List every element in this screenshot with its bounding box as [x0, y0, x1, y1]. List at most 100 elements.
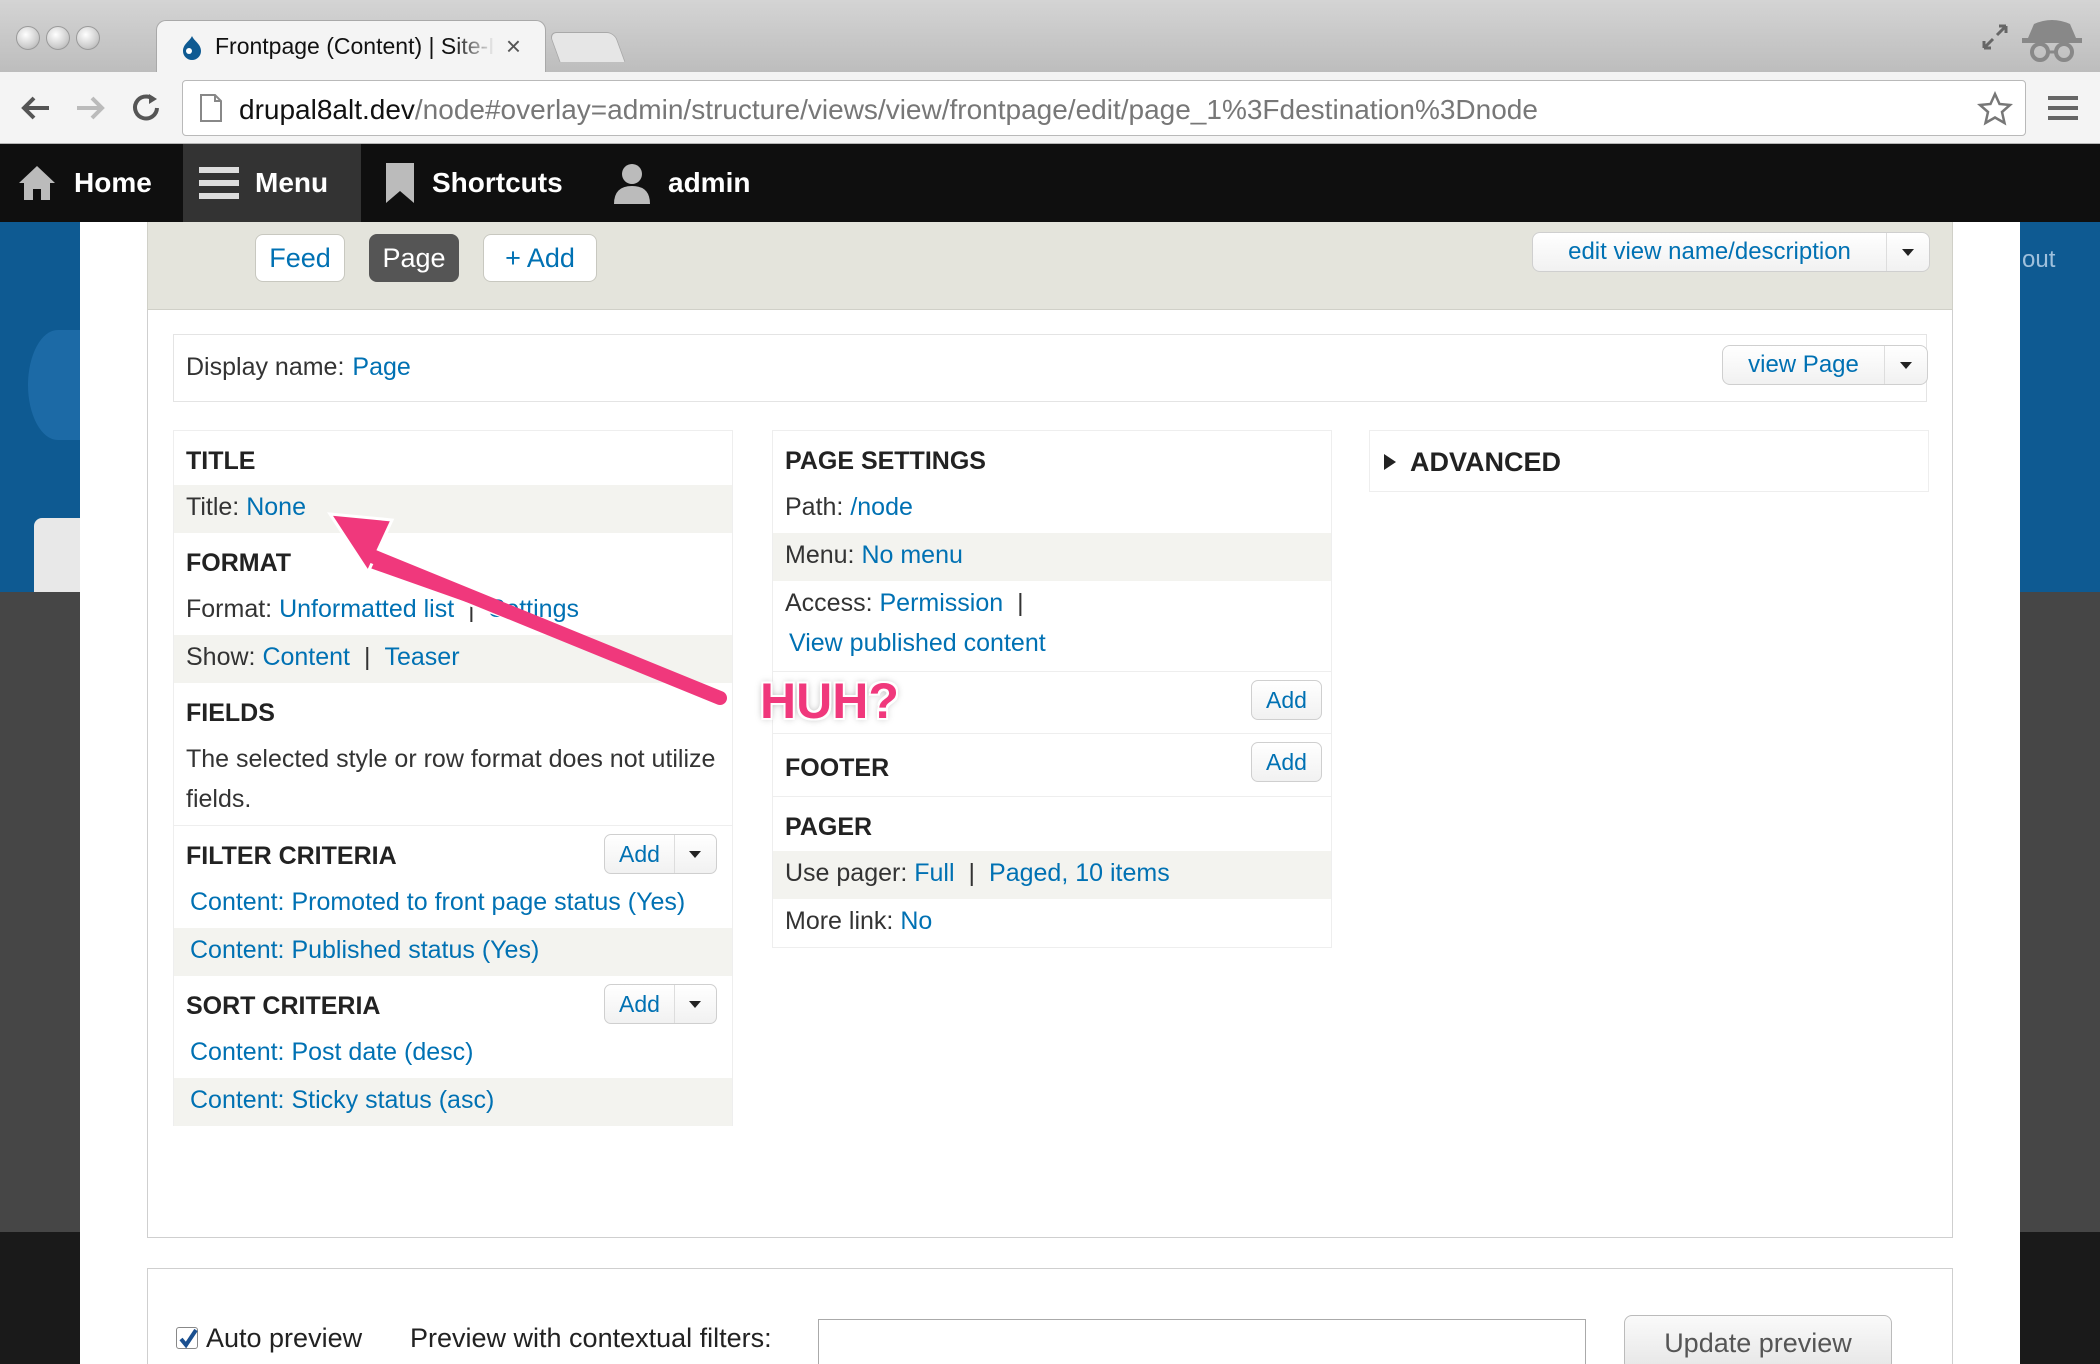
reload-icon	[133, 94, 159, 121]
path-link[interactable]: /node	[850, 493, 913, 521]
sort-item[interactable]: Content: Post date (desc)	[174, 1030, 732, 1078]
more-link-row: More link: No	[773, 899, 1331, 947]
pager-label: Use pager:	[785, 859, 908, 887]
display-name-link[interactable]: Page	[352, 353, 410, 381]
menu-row: Menu: No menu	[773, 533, 1331, 581]
view-page-dropbutton[interactable]: view Page	[1722, 345, 1928, 385]
view-page-toggle[interactable]	[1885, 346, 1927, 384]
header-add-label[interactable]: Add	[1252, 681, 1321, 719]
tab-feed[interactable]: Feed	[255, 234, 345, 282]
filter-item[interactable]: Content: Published status (Yes)	[174, 928, 732, 976]
triangle-right-icon	[1384, 454, 1396, 470]
page-icon	[200, 94, 222, 122]
format-link[interactable]: Unformatted list	[279, 595, 454, 623]
toolbar-user[interactable]: admin	[612, 144, 750, 222]
user-icon	[614, 164, 650, 204]
section-advanced[interactable]: ADVANCED	[1369, 430, 1929, 492]
format-heading: FORMAT	[186, 549, 292, 577]
forward-button[interactable]	[68, 86, 112, 130]
update-preview-button[interactable]: Update preview	[1624, 1315, 1892, 1364]
view-page-link[interactable]: view Page	[1723, 346, 1885, 384]
pager-heading: PAGER	[785, 813, 873, 841]
edit-view-dropbutton[interactable]: edit view name/description	[1532, 232, 1930, 272]
toolbar-home[interactable]: Home	[16, 144, 152, 222]
menu-hamburger-icon	[199, 167, 239, 199]
edit-view-link[interactable]: edit view name/description	[1533, 233, 1887, 271]
home-icon	[19, 166, 55, 200]
sort-add-toggle[interactable]	[673, 985, 716, 1023]
sort-item-sticky[interactable]: Content: Sticky status (asc)	[190, 1086, 494, 1114]
section-fields: FIELDS The selected style or row format …	[173, 683, 733, 825]
menu-link[interactable]: No menu	[861, 541, 962, 569]
footer-add-button[interactable]: Add	[1251, 742, 1322, 782]
filter-item-promoted[interactable]: Content: Promoted to front page status (…	[190, 888, 685, 916]
toolbar-shortcuts-label: Shortcuts	[432, 167, 563, 198]
add-display-button[interactable]: + Add	[483, 234, 597, 282]
contextual-filters-label: Preview with contextual filters:	[410, 1323, 772, 1353]
filter-add-toggle[interactable]	[673, 835, 716, 873]
back-button[interactable]	[14, 86, 58, 130]
tab-page[interactable]: Page	[369, 234, 459, 282]
column-first: TITLE Title: None FORMAT Format: Unforma…	[173, 430, 733, 1126]
filter-add-button[interactable]: Add	[605, 835, 674, 873]
annotation-huh-text: HUH?	[760, 673, 899, 729]
section-page-settings: PAGE SETTINGS Path: /node Menu: No menu …	[772, 430, 1332, 671]
reload-button[interactable]	[124, 86, 168, 130]
title-heading: TITLE	[186, 447, 256, 475]
sort-add-dropbutton[interactable]: Add	[604, 984, 717, 1024]
footer-add-label[interactable]: Add	[1252, 743, 1321, 781]
toolbar-menu-label: Menu	[255, 167, 329, 198]
site-logout-link[interactable]: out	[2022, 246, 2055, 274]
title-label: Title:	[186, 493, 240, 521]
sort-item-post-date[interactable]: Content: Post date (desc)	[190, 1038, 473, 1066]
pager-items-link[interactable]: Paged, 10 items	[989, 859, 1170, 887]
window-zoom-button[interactable]	[76, 26, 100, 50]
pager-link[interactable]: Full	[914, 859, 954, 887]
window-minimize-button[interactable]	[46, 26, 70, 50]
display-name-bar: Display name: Page view Page	[173, 334, 1928, 402]
tab-close-icon[interactable]: ×	[506, 31, 521, 62]
section-format: FORMAT Format: Unformatted list | Settings…	[173, 533, 733, 683]
toolbar-home-label: Home	[74, 167, 152, 198]
menu-label: Menu:	[785, 541, 855, 569]
edit-view-toggle[interactable]	[1887, 233, 1929, 271]
access-permission-link[interactable]: View published content	[789, 629, 1046, 657]
show-row: Show: Content | Teaser	[174, 635, 732, 683]
auto-preview-label[interactable]: Auto preview	[206, 1323, 362, 1354]
checkmark-icon	[179, 1328, 198, 1349]
incognito-icon	[2022, 20, 2082, 62]
section-filter: FILTER CRITERIA Add Content: Promoted to…	[173, 825, 733, 976]
more-link-value[interactable]: No	[900, 907, 932, 935]
browser-menu-icon[interactable]	[2046, 92, 2080, 124]
auto-preview-checkbox[interactable]	[176, 1327, 198, 1349]
show-teaser-link[interactable]: Teaser	[385, 643, 460, 671]
sort-add-button[interactable]: Add	[605, 985, 674, 1023]
fullscreen-icon[interactable]	[1980, 22, 2010, 52]
section-footer: FOOTER Add	[772, 733, 1332, 796]
window-close-button[interactable]	[16, 26, 40, 50]
header-add-button[interactable]: Add	[1251, 680, 1322, 720]
toolbar-menu[interactable]: Menu	[183, 144, 361, 222]
path-row: Path: /node	[773, 485, 1331, 533]
browser-tab-active[interactable]: Frontpage (Content) | Site-Install ×	[156, 20, 546, 74]
address-bar[interactable]: drupal8alt.dev/node#overlay=admin/struct…	[182, 80, 2026, 136]
contextual-filters-input[interactable]	[818, 1319, 1586, 1364]
access-label: Access:	[785, 589, 873, 617]
filter-item[interactable]: Content: Promoted to front page status (…	[174, 880, 732, 928]
filter-add-dropbutton[interactable]: Add	[604, 834, 717, 874]
forward-arrow-icon	[77, 96, 105, 120]
show-link[interactable]: Content	[262, 643, 350, 671]
new-tab-button[interactable]	[548, 32, 626, 62]
sort-item[interactable]: Content: Sticky status (asc)	[174, 1078, 732, 1126]
toolbar-shortcuts[interactable]: Shortcuts	[384, 144, 563, 222]
title-link[interactable]: None	[246, 493, 306, 521]
format-settings-link[interactable]: Settings	[489, 595, 579, 623]
browser-tab-strip: Frontpage (Content) | Site-Install ×	[0, 0, 2100, 74]
filter-item-published[interactable]: Content: Published status (Yes)	[190, 936, 539, 964]
section-pager: PAGER Use pager: Full | Paged, 10 items Mo…	[772, 796, 1332, 948]
access-link[interactable]: Permission	[879, 589, 1003, 617]
advanced-toggle[interactable]: ADVANCED	[1370, 431, 1928, 485]
format-label: Format:	[186, 595, 273, 623]
bookmark-star-icon[interactable]	[1977, 91, 2013, 127]
fields-note: The selected style or row format does no…	[186, 745, 716, 813]
